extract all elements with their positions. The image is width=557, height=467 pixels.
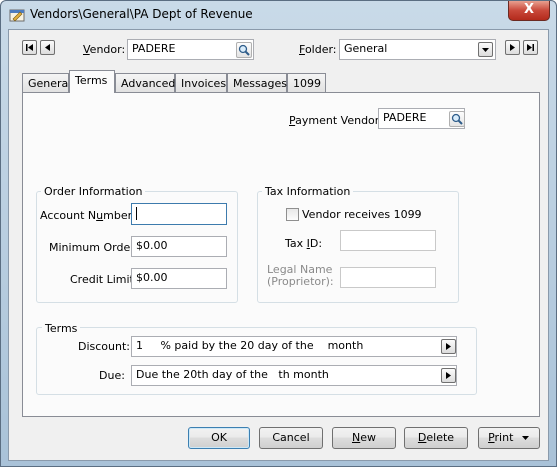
due-value: Due the 20th day of the th month — [136, 368, 329, 381]
terms-tab-panel: Payment Vendor: PADERE Order Information… — [22, 92, 540, 417]
discount-label: Discount: — [78, 340, 130, 353]
account-number-input[interactable] — [131, 203, 227, 225]
last-record-icon — [527, 44, 534, 51]
title-bar[interactable]: Vendors\General\PA Dept of Revenue X — [1, 1, 556, 29]
ok-button-label: OK — [211, 431, 227, 444]
payment-vendor-value: PADERE — [383, 111, 427, 124]
due-label: Due: — [99, 369, 125, 382]
tab-advanced[interactable]: Advanced — [115, 73, 175, 93]
minimum-order-value: $0.00 — [136, 239, 168, 252]
tax-id-input[interactable] — [340, 230, 436, 251]
arrow-right-icon — [446, 372, 451, 379]
cancel-button[interactable]: Cancel — [259, 427, 323, 449]
tab-general[interactable]: General — [22, 73, 72, 93]
legal-name-input[interactable] — [340, 267, 436, 288]
folder-label: Folder: — [299, 43, 337, 56]
vendor-receives-1099-label: Vendor receives 1099 — [302, 208, 422, 221]
vendor-lookup-button[interactable] — [236, 42, 252, 58]
tab-1099[interactable]: 1099 — [287, 73, 326, 93]
dialog-client-area: Vendor: PADERE Folder: General General T… — [8, 29, 549, 461]
account-number-label: Account Number: — [40, 209, 136, 222]
tab-messages-label: Messages — [233, 77, 287, 90]
tab-invoices-label: Invoices — [181, 77, 227, 90]
magnifier-icon — [238, 44, 250, 56]
tax-information-title: Tax Information — [262, 185, 354, 198]
print-button[interactable]: Print — [478, 427, 540, 449]
delete-button[interactable]: Delete — [404, 427, 468, 449]
credit-limit-value: $0.00 — [136, 271, 168, 284]
tax-id-label: Tax ID: — [285, 237, 323, 250]
last-record-button[interactable] — [523, 40, 538, 55]
discount-field[interactable]: 1 % paid by the 20 day of the month — [131, 336, 457, 357]
cancel-button-label: Cancel — [272, 431, 310, 444]
first-record-button[interactable] — [22, 40, 37, 55]
window-icon — [9, 9, 25, 22]
discount-expand-button[interactable] — [441, 339, 456, 354]
magnifier-icon — [451, 113, 463, 125]
chevron-down-icon — [521, 436, 529, 440]
vendor-label: Vendor: — [83, 43, 126, 56]
vendor-field-value: PADERE — [132, 42, 176, 55]
payment-vendor-lookup-button[interactable] — [449, 111, 465, 127]
next-record-icon — [510, 44, 515, 51]
text-caret — [136, 206, 137, 220]
chevron-down-icon — [482, 48, 489, 52]
close-button[interactable]: X — [508, 1, 550, 21]
due-field[interactable]: Due the 20th day of the th month — [131, 365, 457, 386]
folder-select[interactable]: General — [339, 39, 496, 60]
tab-invoices[interactable]: Invoices — [175, 73, 227, 93]
tab-terms[interactable]: Terms — [69, 70, 115, 93]
previous-record-icon — [45, 44, 50, 51]
new-button[interactable]: New — [332, 427, 396, 449]
print-button-label: Print — [488, 431, 514, 444]
vendor-receives-1099-checkbox[interactable] — [286, 208, 299, 221]
arrow-right-icon — [446, 343, 451, 350]
legal-name-label: Legal Name (Proprietor): — [267, 263, 334, 288]
previous-record-button[interactable] — [40, 40, 55, 55]
window-frame: Vendors\General\PA Dept of Revenue X Ven… — [0, 0, 557, 467]
minimum-order-label: Minimum Order: — [49, 241, 139, 254]
window-title: Vendors\General\PA Dept of Revenue — [30, 7, 253, 21]
credit-limit-input[interactable]: $0.00 — [131, 268, 227, 289]
terms-group-title: Terms — [42, 322, 81, 335]
tab-advanced-label: Advanced — [121, 77, 176, 90]
due-expand-button[interactable] — [441, 368, 456, 383]
delete-button-label: Delete — [417, 431, 455, 444]
payment-vendor-label: Payment Vendor: — [289, 114, 383, 127]
first-record-icon — [26, 44, 33, 51]
minimum-order-input[interactable]: $0.00 — [131, 236, 227, 257]
vendor-field[interactable]: PADERE — [127, 39, 254, 60]
next-record-button[interactable] — [505, 40, 520, 55]
discount-value: 1 % paid by the 20 day of the month — [136, 339, 364, 352]
tab-terms-label: Terms — [75, 74, 108, 87]
credit-limit-label: Credit Limit — [70, 273, 134, 286]
folder-dropdown-button[interactable] — [478, 42, 493, 57]
folder-select-value: General — [344, 42, 388, 55]
tab-messages[interactable]: Messages — [227, 73, 287, 93]
close-icon: X — [523, 2, 535, 17]
new-button-label: New — [352, 431, 376, 444]
tab-general-label: General — [28, 77, 72, 90]
tab-1099-label: 1099 — [293, 77, 321, 90]
order-information-title: Order Information — [41, 185, 146, 198]
ok-button[interactable]: OK — [188, 427, 250, 449]
